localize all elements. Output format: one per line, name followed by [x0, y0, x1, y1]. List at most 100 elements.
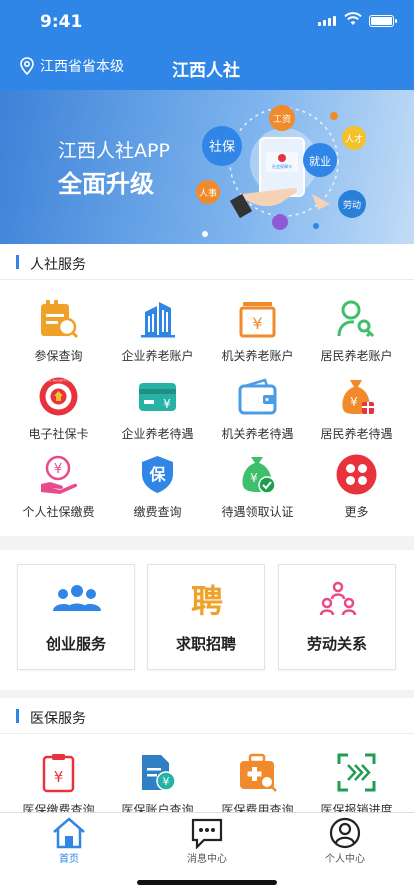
grid-item-label: 机关养老待遇 — [221, 427, 294, 441]
grid-item-label: 居民养老账户 — [320, 349, 393, 363]
grid-item-medical-cost-query[interactable]: 医保费用查询 — [206, 752, 309, 812]
grid-item-resident-pension-account[interactable]: 居民养老账户 — [305, 298, 408, 378]
promo-banner[interactable]: 江西人社APP 全面升级 社会保障卡 社保 工资 人才 就业 人事 劳动 — [0, 90, 414, 244]
clipboard-yuan-icon: ¥ — [42, 754, 75, 793]
location-selector[interactable]: 江西省省本级 — [20, 56, 124, 76]
grid-item-payment-query[interactable]: 保 缴费查询 — [106, 454, 209, 534]
grid-item-insurance-query[interactable]: 参保查询 — [7, 298, 110, 378]
home-indicator — [137, 880, 277, 885]
grid-item-resident-pension-benefit[interactable]: ¥ 居民养老待遇 — [305, 376, 408, 456]
grid-item-label: 企业养老账户 — [121, 349, 194, 363]
card-label: 创业服务 — [45, 635, 106, 653]
grid-item-personal-payment[interactable]: ¥ 个人社保缴费 — [7, 454, 110, 534]
grid-item-medical-payment-query[interactable]: ¥ 医保缴费查询 — [7, 752, 110, 812]
home-icon — [53, 817, 85, 849]
grid-item-label: 参保查询 — [34, 349, 83, 363]
grid-item-label: 缴费查询 — [133, 505, 182, 519]
status-time: 9:41 — [40, 12, 83, 32]
svg-text:工资: 工资 — [273, 114, 291, 125]
person-key-icon — [337, 300, 375, 338]
card-label: 劳动关系 — [306, 635, 367, 653]
banner-illustration: 社会保障卡 社保 工资 人才 就业 人事 劳动 — [196, 105, 366, 230]
card-label: 求职招聘 — [175, 635, 236, 653]
social-security-badge-icon: SOCIAL SECURITY CARD — [39, 377, 78, 416]
medical-services-header: 医保服务 — [0, 698, 414, 734]
svg-text:劳动: 劳动 — [343, 199, 361, 211]
shield-pay-icon: 保 — [142, 456, 173, 493]
svg-text:社会保障卡: 社会保障卡 — [272, 163, 292, 169]
org-chart-icon — [319, 581, 357, 616]
grid-item-enterprise-pension-account[interactable]: 企业养老账户 — [106, 298, 209, 378]
grid-item-label: 医保账户查询 — [121, 803, 194, 812]
nav-bar: 江西省省本级 江西人社 — [0, 44, 414, 90]
team-icon — [53, 585, 101, 611]
yuan-cabinet-icon: ¥ — [239, 302, 276, 338]
medical-services-grid: ¥ 医保缴费查询 ¥ 医保账户查询 医保费用查询 医保报销进度 — [0, 734, 414, 812]
grid-item-enterprise-pension-benefit[interactable]: ¥ 企业养老待遇 — [106, 376, 209, 456]
hr-services-grid: 参保查询 企业养老账户 ¥ 机关养老账户 居民养老账户 SOCIAL SECUR… — [0, 280, 414, 536]
grid-item-gov-pension-account[interactable]: ¥ 机关养老账户 — [206, 298, 309, 378]
svg-text:¥: ¥ — [54, 768, 64, 786]
svg-text:¥: ¥ — [163, 397, 171, 411]
message-icon — [191, 818, 223, 849]
battery-icon — [369, 15, 397, 27]
banner-line1: 江西人社APP — [58, 140, 170, 162]
grid-item-label: 居民养老待遇 — [320, 427, 393, 441]
money-check-icon: ¥ — [242, 457, 276, 494]
svg-text:¥: ¥ — [250, 471, 258, 485]
grid-item-benefit-certification[interactable]: ¥ 待遇领取认证 — [206, 454, 309, 534]
grid-item-label: 电子社保卡 — [28, 427, 89, 441]
grid-item-label: 企业养老待遇 — [121, 427, 194, 441]
svg-text:¥: ¥ — [350, 395, 358, 409]
cellular-signal-icon — [318, 16, 336, 26]
hr-services-header: 人社服务 — [0, 244, 414, 280]
svg-text:就业: 就业 — [309, 154, 331, 168]
user-icon — [329, 817, 361, 849]
grid-item-label: 更多 — [344, 505, 369, 519]
yuan-card-icon: ¥ — [139, 383, 176, 411]
svg-text:¥: ¥ — [252, 314, 262, 333]
document-yuan-icon: ¥ — [142, 755, 176, 791]
more-grid-icon — [336, 454, 377, 495]
tab-label: 消息中心 — [187, 854, 227, 865]
card-job-recruitment[interactable]: 聘 求职招聘 — [147, 564, 265, 670]
svg-text:聘: 聘 — [191, 582, 223, 619]
tab-home[interactable]: 首页 — [0, 817, 138, 867]
section-title: 人社服务 — [30, 257, 86, 273]
grid-item-gov-pension-benefit[interactable]: 机关养老待遇 — [206, 376, 309, 456]
tab-profile[interactable]: 个人中心 — [276, 817, 414, 867]
insurance-query-icon — [41, 300, 79, 339]
section-accent-bar — [16, 255, 19, 269]
svg-text:保: 保 — [148, 465, 166, 484]
card-entrepreneurship[interactable]: 创业服务 — [17, 564, 135, 670]
location-label: 江西省省本级 — [40, 59, 124, 75]
grid-item-label: 待遇领取认证 — [221, 505, 294, 519]
wifi-icon — [344, 12, 362, 25]
recruit-character-icon: 聘 — [191, 582, 223, 619]
grid-item-label: 机关养老账户 — [221, 349, 294, 363]
money-bag-icon: ¥ — [342, 380, 374, 414]
banner-page-dot[interactable] — [202, 231, 208, 237]
tab-label: 首页 — [59, 854, 79, 865]
svg-text:人事: 人事 — [199, 187, 217, 199]
card-labor-relations[interactable]: 劳动关系 — [278, 564, 396, 670]
grid-item-e-social-card[interactable]: SOCIAL SECURITY CARD 电子社保卡 — [7, 376, 110, 456]
grid-item-more[interactable]: 更多 — [305, 454, 408, 534]
banner-line2: 全面升级 — [58, 170, 154, 198]
grid-item-medical-account-query[interactable]: ¥ 医保账户查询 — [106, 752, 209, 812]
svg-text:¥: ¥ — [54, 462, 62, 477]
tab-messages[interactable]: 消息中心 — [138, 817, 276, 867]
medkit-search-icon — [240, 753, 277, 792]
grid-item-label: 医保费用查询 — [221, 803, 294, 812]
building-icon — [141, 302, 175, 338]
hand-yuan-icon: ¥ — [41, 455, 78, 494]
grid-item-label: 医保缴费查询 — [22, 803, 95, 812]
page-title: 江西人社 — [172, 61, 240, 81]
feature-cards: 创业服务 聘 求职招聘 劳动关系 — [0, 550, 414, 690]
grid-item-reimbursement-progress[interactable]: 医保报销进度 — [305, 752, 408, 812]
wallet-icon — [238, 378, 277, 415]
section-title: 医保服务 — [30, 711, 86, 727]
section-accent-bar — [16, 709, 19, 723]
svg-text:¥: ¥ — [163, 775, 170, 788]
grid-item-label: 个人社保缴费 — [22, 505, 95, 519]
